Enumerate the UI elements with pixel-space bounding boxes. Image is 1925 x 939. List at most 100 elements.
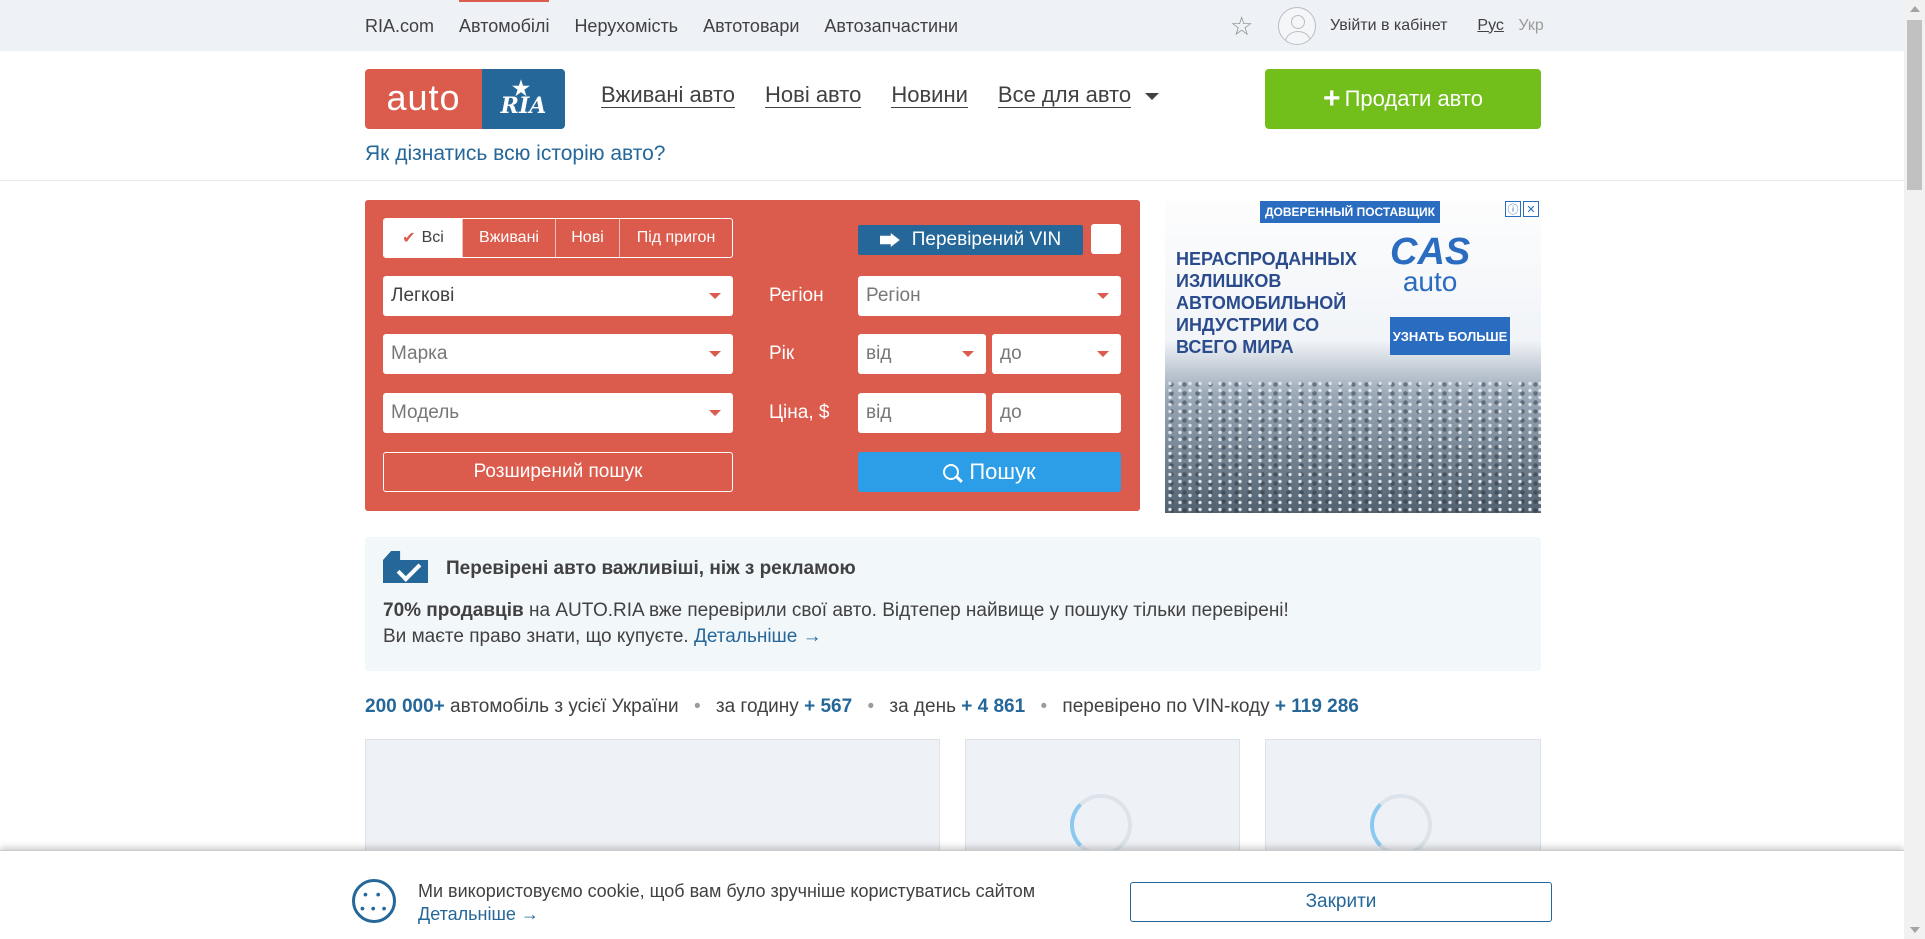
- year-from-placeholder: від: [866, 343, 892, 364]
- main-header: auto RIA Вживані авто Нові авто Новини В…: [0, 51, 1904, 181]
- ad-controls: ⓘ ✕: [1505, 201, 1539, 217]
- info-text: 70% продавців на AUTO.RIA вже перевірили…: [383, 600, 1289, 622]
- ad-info-icon[interactable]: ⓘ: [1505, 201, 1521, 217]
- verified-vin-label: Перевірений VIN: [911, 229, 1062, 250]
- lang-ru-link[interactable]: Рус: [1477, 17, 1504, 34]
- year-from-select[interactable]: від: [858, 334, 986, 374]
- scroll-down-icon[interactable]: [1910, 927, 1920, 933]
- lang-uk-link[interactable]: Укр: [1518, 17, 1543, 34]
- brand-select[interactable]: Марка: [383, 334, 733, 374]
- favorites-star-icon[interactable]: ☆: [1230, 13, 1256, 39]
- loading-spinner-icon: [1370, 794, 1432, 856]
- cookie-text: Ми використовуємо cookie, щоб вам було з…: [418, 881, 1036, 901]
- cookie-details-link[interactable]: Детальніше →: [418, 904, 539, 925]
- page-scrollbar[interactable]: [1904, 0, 1925, 939]
- sell-car-label: Продати авто: [1344, 86, 1483, 111]
- category-value: Легкові: [391, 285, 455, 306]
- plus-icon: +: [1323, 82, 1341, 115]
- price-from-input[interactable]: від: [858, 393, 986, 433]
- brand-placeholder: Марка: [391, 343, 448, 364]
- stats-vin-text: перевірено по VIN-коду: [1062, 696, 1275, 717]
- advertisement-banner[interactable]: ДОВЕРЕННЫЙ ПОСТАВЩИК ⓘ ✕ НЕРАСПРОДАННЫХ …: [1165, 200, 1541, 513]
- search-button-label: Пошук: [969, 459, 1036, 484]
- model-placeholder: Модель: [391, 402, 460, 423]
- sell-car-button[interactable]: + Продати авто: [1265, 69, 1541, 129]
- category-select[interactable]: Легкові: [383, 276, 733, 316]
- search-button[interactable]: Пошук: [858, 452, 1121, 492]
- nav-new-cars[interactable]: Нові авто: [765, 83, 862, 108]
- info-text-2: Ви маєте право знати, що купуєте. Деталь…: [383, 626, 822, 648]
- logo-ria-text: RIA: [482, 51, 565, 129]
- cookie-banner: Ми використовуємо cookie, щоб вам було з…: [0, 850, 1904, 939]
- price-label: Ціна, $: [769, 402, 830, 423]
- tab-all[interactable]: ✔ Всі: [384, 219, 462, 257]
- info-details-link[interactable]: Детальніше →: [694, 626, 822, 647]
- verified-vin-toggle[interactable]: Перевірений VIN: [858, 225, 1083, 255]
- chevron-down-icon: [709, 293, 721, 299]
- autoria-logo[interactable]: auto RIA: [365, 51, 565, 129]
- price-to-input[interactable]: до: [992, 393, 1121, 433]
- stats-total: 200 000+: [365, 696, 445, 717]
- stats-hour: + 567: [804, 696, 853, 717]
- year-label: Рік: [769, 343, 795, 364]
- top-nav-autogoods[interactable]: Автотовари: [703, 0, 799, 51]
- region-placeholder: Регіон: [866, 285, 921, 306]
- top-bar: RIA.com Автомобілі Нерухомість Автотовар…: [0, 0, 1904, 51]
- chevron-down-icon: [709, 351, 721, 357]
- chevron-down-icon: [709, 410, 721, 416]
- ad-brand-logo: CAS auto: [1390, 233, 1470, 299]
- tab-used[interactable]: Вживані: [462, 219, 555, 257]
- login-link[interactable]: Увійти в кабінет: [1330, 17, 1447, 35]
- ad-supplier-badge: ДОВЕРЕННЫЙ ПОСТАВЩИК: [1260, 201, 1440, 223]
- tab-all-label: Всі: [421, 229, 444, 246]
- ad-headline: НЕРАСПРОДАННЫХ ИЗЛИШКОВ АВТОМОБИЛЬНОЙ ИН…: [1176, 249, 1357, 357]
- stats-hour-text: за годину: [715, 696, 805, 717]
- stats-vin: + 119 286: [1274, 696, 1359, 717]
- verified-vin-checkbox[interactable]: [1091, 224, 1121, 254]
- price-to-placeholder: до: [1000, 402, 1022, 423]
- search-panel: ✔ Всі Вживані Нові Під пригон Перевірени…: [365, 200, 1140, 511]
- region-label: Регіон: [769, 285, 824, 306]
- ad-cta-button[interactable]: УЗНАТЬ БОЛЬШЕ: [1390, 317, 1510, 355]
- loading-spinner-icon: [1070, 794, 1132, 856]
- top-nav-ria[interactable]: RIA.com: [365, 0, 434, 51]
- logo-auto-text: auto: [365, 69, 482, 129]
- chevron-down-icon: [962, 351, 974, 357]
- scroll-up-icon[interactable]: [1910, 6, 1920, 12]
- info-title: Перевірені авто важливіші, ніж з рекламо…: [446, 558, 856, 579]
- nav-used-cars[interactable]: Вживані авто: [601, 83, 736, 108]
- advanced-search-button[interactable]: Розширений пошук: [383, 452, 733, 492]
- top-nav-autoparts[interactable]: Автозапчастини: [824, 0, 958, 51]
- car-history-link[interactable]: Як дізнатись всю історію авто?: [365, 142, 665, 166]
- user-avatar-icon[interactable]: [1278, 6, 1316, 45]
- separator-dot: •: [867, 696, 875, 717]
- nav-all-for-car[interactable]: Все для авто: [997, 83, 1132, 108]
- stats-day-text: за день: [889, 696, 962, 717]
- model-select[interactable]: Модель: [383, 393, 733, 433]
- top-nav-realty[interactable]: Нерухомість: [574, 0, 678, 51]
- search-icon: [943, 464, 960, 480]
- stats-day: + 4 861: [961, 696, 1026, 717]
- chevron-down-icon[interactable]: [1145, 93, 1160, 100]
- scrollbar-thumb[interactable]: [1907, 20, 1922, 190]
- verified-car-icon: [879, 233, 900, 247]
- main-nav: Вживані авто Нові авто Новини Все для ав…: [601, 83, 1160, 108]
- cookie-close-button[interactable]: Закрити: [1130, 882, 1552, 922]
- nav-news[interactable]: Новини: [891, 83, 968, 108]
- checkmark-icon: ✔: [402, 230, 416, 247]
- chevron-down-icon: [1097, 293, 1109, 299]
- verified-cars-info: Перевірені авто важливіші, ніж з рекламо…: [365, 537, 1541, 671]
- page: RIA.com Автомобілі Нерухомість Автотовар…: [0, 0, 1925, 939]
- tab-new[interactable]: Нові: [555, 219, 619, 257]
- year-to-select[interactable]: до: [992, 334, 1121, 374]
- year-to-placeholder: до: [1000, 343, 1022, 364]
- region-select[interactable]: Регіон: [858, 276, 1121, 316]
- info-text-rest: на AUTO.RIA вже перевірили свої авто. Ві…: [523, 600, 1289, 621]
- top-nav: RIA.com Автомобілі Нерухомість Автотовар…: [365, 0, 983, 51]
- price-from-placeholder: від: [866, 402, 892, 423]
- chevron-down-icon: [1097, 351, 1109, 357]
- top-nav-cars[interactable]: Автомобілі: [459, 0, 550, 51]
- ad-close-icon[interactable]: ✕: [1523, 201, 1539, 217]
- search-tabs: ✔ Всі Вживані Нові Під пригон: [383, 218, 733, 258]
- tab-import[interactable]: Під пригон: [619, 219, 732, 257]
